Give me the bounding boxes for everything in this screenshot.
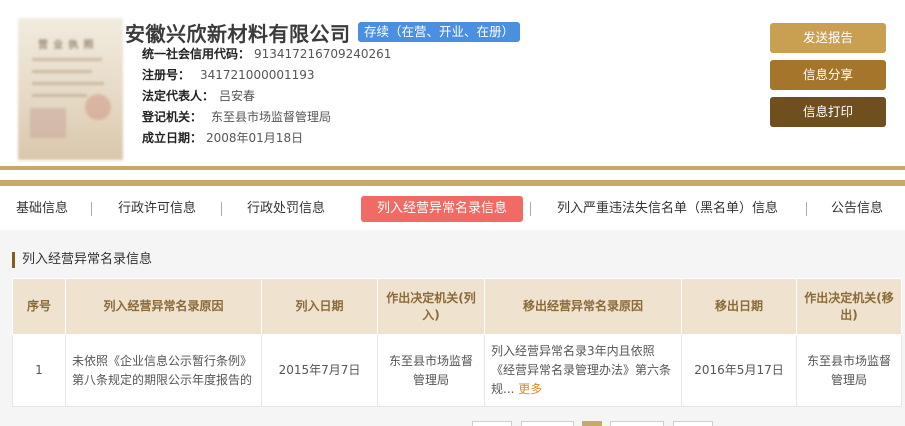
column-header-authority-in: 作出决定机关(列入) [377,278,485,335]
info-tabs: 基础信息 行政许可信息 行政处罚信息 列入经营异常名录信息 列入严重违法失信名单… [0,196,905,222]
pagination-button[interactable] [610,421,664,426]
more-link[interactable]: 更多 [518,382,542,396]
company-header: 营 业 执 照 安徽兴欣新材料有限公司 存续（在营、开业、在册） 统一社会信用代… [0,0,905,166]
info-label: 成立日期： [142,131,203,145]
tab-separator [530,202,531,216]
license-heading-graphic: 营 业 执 照 [38,40,95,51]
tab-separator [221,202,222,216]
info-row-credit-code: 统一社会信用代码： 913417216709240261 [142,45,391,63]
abnormal-operation-table: 序号 列入经营异常名录原因 列入日期 作出决定机关(列入) 移出经营异常名录原因… [12,278,902,407]
tabs-top-divider [0,180,905,186]
license-text-line [32,70,92,73]
license-blurred-area [30,108,66,138]
column-header-authority-out: 作出决定机关(移出) [796,278,902,335]
status-badge: 存续（在营、开业、在册） [358,22,521,42]
column-header-index: 序号 [12,278,66,335]
pagination-button[interactable] [472,421,512,426]
column-header-reason-out: 移出经营异常名录原因 [484,278,682,335]
info-row-registration-number: 注册号： 341721000001193 [142,66,315,84]
info-value: 913417216709240261 [254,47,392,61]
info-value: 2008年01月18日 [206,131,304,145]
send-report-button[interactable]: 发送报告 [770,23,886,53]
tab-basic-info[interactable]: 基础信息 [16,196,68,222]
table-header-row: 序号 列入经营异常名录原因 列入日期 作出决定机关(列入) 移出经营异常名录原因… [12,278,902,335]
info-label: 登记机关： [142,110,203,124]
header-divider [0,166,905,170]
license-text-line [32,82,104,85]
share-info-button[interactable]: 信息分享 [770,60,886,90]
tab-separator [91,202,92,216]
cell-index: 1 [12,334,66,407]
cell-authority-out: 东至县市场监督管理局 [796,334,902,407]
pagination-button[interactable] [521,421,574,426]
license-seal [85,94,111,120]
info-row-registration-authority: 登记机关： 东至县市场监督管理局 [142,108,331,126]
business-license-image: 营 业 执 照 [18,18,123,160]
cell-reason-in: 未依照《企业信息公示暂行条例》第八条规定的期限公示年度报告的 [65,334,262,407]
info-label: 法定代表人： [142,89,215,103]
print-info-button[interactable]: 信息打印 [770,97,886,127]
tab-administrative-license[interactable]: 行政许可信息 [118,196,196,222]
tab-announcement[interactable]: 公告信息 [831,196,883,222]
info-label: 统一社会信用代码： [142,47,251,61]
info-row-established-date: 成立日期： 2008年01月18日 [142,129,303,147]
info-value: 东至县市场监督管理局 [211,110,332,124]
tab-abnormal-operation-list[interactable]: 列入经营异常名录信息 [361,196,523,222]
cell-reason-out: 列入经营异常名录3年内且依照《经营异常名录管理办法》第六条规... 更多 [484,334,682,407]
cell-authority-in: 东至县市场监督管理局 [377,334,485,407]
info-row-legal-representative: 法定代表人： 吕安春 [142,87,255,105]
cell-date-out: 2016年5月17日 [681,334,797,407]
cell-date-in: 2015年7月7日 [261,334,378,407]
pagination-button[interactable] [673,421,713,426]
company-name: 安徽兴欣新材料有限公司 [125,22,351,46]
license-text-line [32,58,102,61]
column-header-date-out: 移出日期 [681,278,797,335]
info-value: 吕安春 [219,89,256,103]
column-header-reason-in: 列入经营异常名录原因 [65,278,262,335]
section-title: 列入经营异常名录信息 [12,252,152,268]
tab-blacklist[interactable]: 列入严重违法失信名单（黑名单）信息 [557,196,778,222]
tab-administrative-penalty[interactable]: 行政处罚信息 [247,196,325,222]
info-value: 341721000001193 [200,68,315,82]
pagination-current-page[interactable] [582,421,602,426]
info-label: 注册号： [142,68,191,82]
column-header-date-in: 列入日期 [261,278,378,335]
license-text-line [32,94,87,97]
table-row: 1 未依照《企业信息公示暂行条例》第八条规定的期限公示年度报告的 2015年7月… [12,334,902,407]
tab-separator [806,202,807,216]
